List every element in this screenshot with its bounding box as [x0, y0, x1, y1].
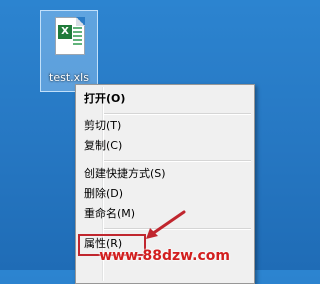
menu-item-open[interactable]: 打开(O) [84, 89, 125, 109]
excel-file-icon: X [55, 17, 85, 55]
menu-separator [104, 113, 251, 115]
menu-item-create-shortcut[interactable]: 创建快捷方式(S) [84, 164, 166, 184]
menu-separator [104, 160, 251, 162]
file-name-label: test.xls [49, 71, 89, 84]
red-arrow-icon [146, 210, 186, 239]
menu-item-copy[interactable]: 复制(C) [84, 136, 122, 156]
menu-item-cut[interactable]: 剪切(T) [84, 116, 121, 136]
menu-item-rename[interactable]: 重命名(M) [84, 204, 135, 224]
menu-item-delete[interactable]: 删除(D) [84, 184, 123, 204]
desktop-file-icon[interactable]: X test.xls [40, 10, 98, 92]
watermark-text: www.88dzw.com [99, 248, 230, 264]
